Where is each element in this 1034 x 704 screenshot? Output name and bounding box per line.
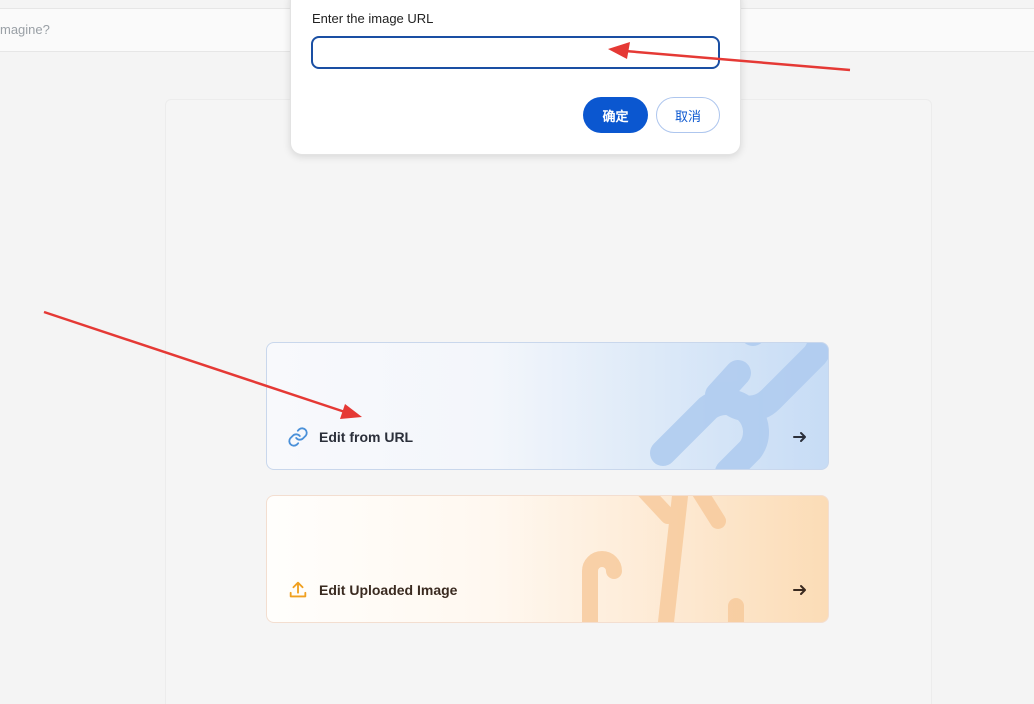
arrow-right-icon — [792, 429, 808, 445]
image-url-input[interactable] — [311, 36, 720, 69]
link-decoration-icon — [650, 343, 828, 469]
ok-button[interactable]: 确定 — [583, 97, 648, 133]
edit-uploaded-image-label: Edit Uploaded Image — [319, 582, 458, 598]
link-icon — [287, 426, 309, 448]
page: magine? Edit from URL Edit Uploaded Imag… — [0, 0, 1034, 704]
search-placeholder: magine? — [0, 22, 50, 37]
upload-icon — [287, 579, 309, 601]
url-dialog: Enter the image URL 确定 取消 — [290, 0, 741, 155]
edit-from-url-label: Edit from URL — [319, 429, 414, 445]
cancel-button[interactable]: 取消 — [656, 97, 720, 133]
upload-decoration-icon — [582, 496, 744, 622]
dialog-label: Enter the image URL — [312, 11, 434, 26]
edit-uploaded-image-card[interactable]: Edit Uploaded Image — [266, 495, 829, 623]
arrow-right-icon — [792, 582, 808, 598]
edit-from-url-card[interactable]: Edit from URL — [266, 342, 829, 470]
